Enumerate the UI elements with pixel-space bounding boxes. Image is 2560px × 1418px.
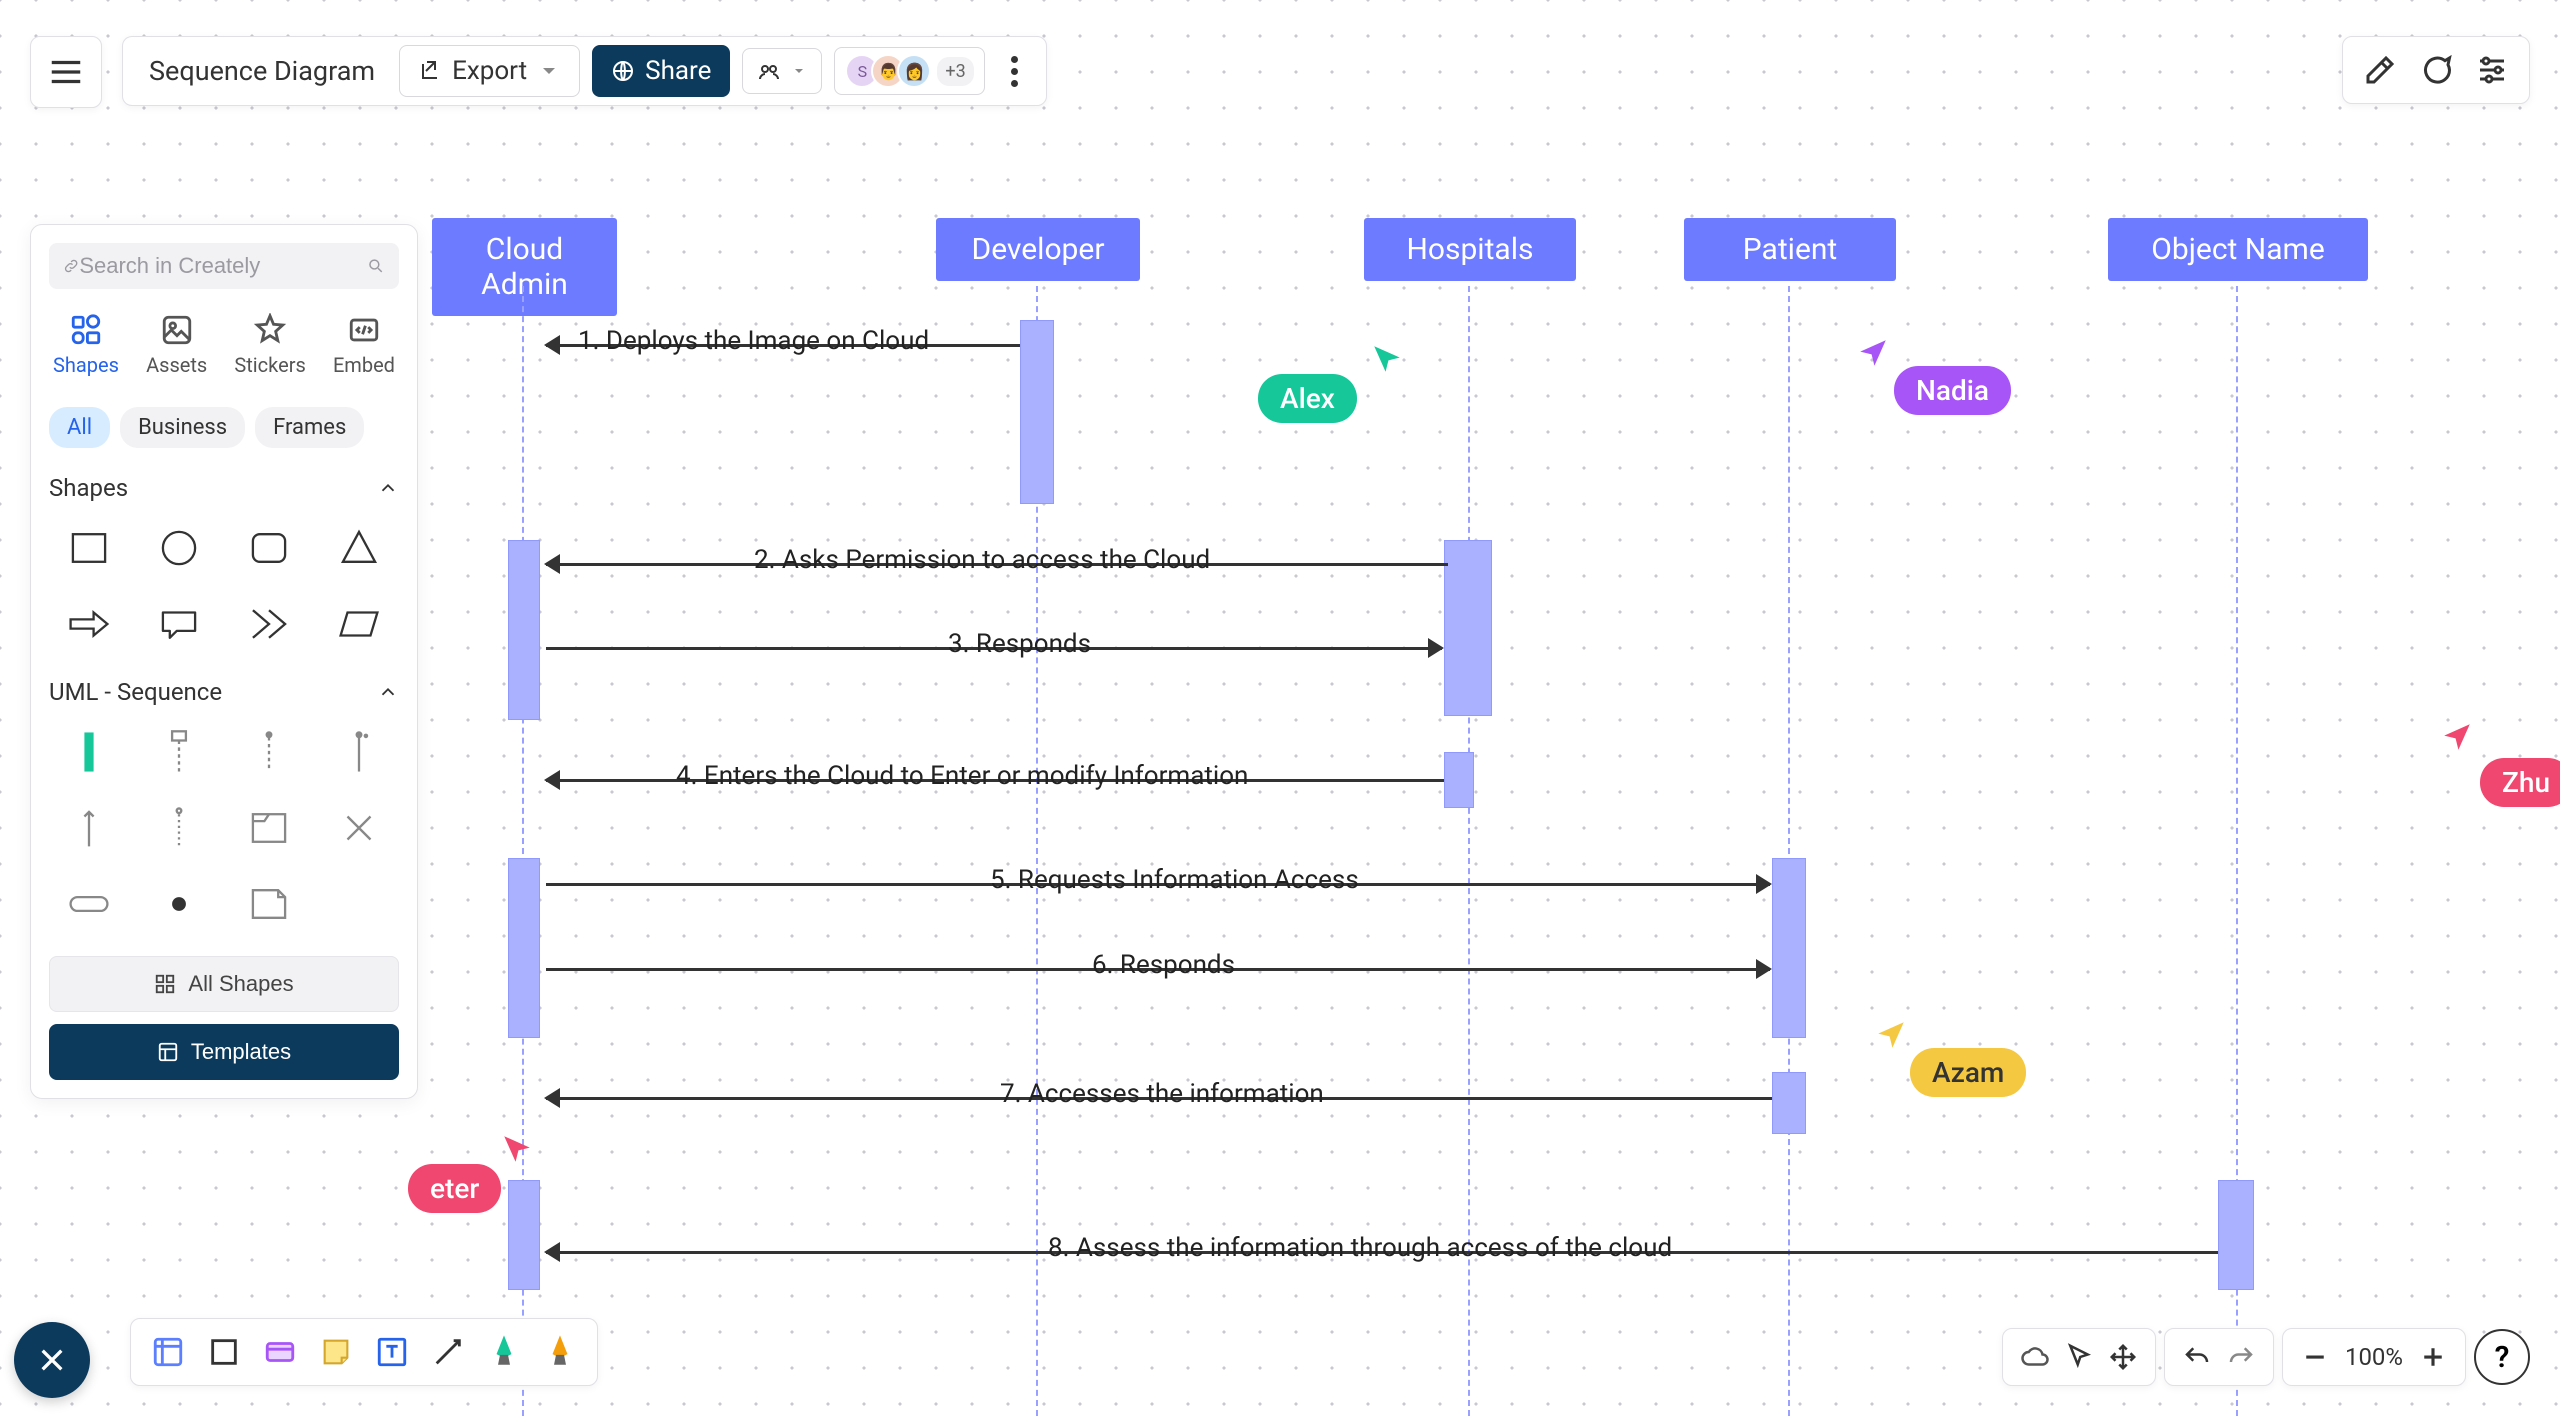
lifeline[interactable] xyxy=(1788,286,1790,1416)
message-label[interactable]: 5. Requests Information Access xyxy=(980,865,1369,895)
plus-icon xyxy=(2418,1342,2448,1372)
activation-bar[interactable] xyxy=(508,858,540,1038)
cursor-arrow-icon xyxy=(500,1132,534,1166)
lifeline-label: Cloud Admin xyxy=(481,232,568,302)
activation-bar[interactable] xyxy=(1444,540,1492,716)
zoom-in-button[interactable] xyxy=(2413,1337,2453,1377)
tool-rectangle[interactable] xyxy=(201,1329,247,1375)
lifeline-head[interactable]: Patient xyxy=(1684,218,1896,281)
message-label[interactable]: 6. Responds xyxy=(1082,950,1245,980)
minus-icon xyxy=(2300,1342,2330,1372)
close-icon xyxy=(36,1344,68,1376)
collaborator-cursor: Nadia xyxy=(1894,366,2011,415)
activation-bar[interactable] xyxy=(1444,752,1474,808)
tool-frame[interactable] xyxy=(145,1329,191,1375)
cursor-arrow-icon xyxy=(2440,720,2474,754)
cloud-icon xyxy=(2020,1342,2050,1372)
lifeline-label: Developer xyxy=(972,232,1105,267)
tool-highlighter[interactable] xyxy=(537,1329,583,1375)
collaborator-cursor: Zhu xyxy=(2480,758,2560,807)
cursor-name: Nadia xyxy=(1916,374,1989,407)
sync-button[interactable] xyxy=(2015,1337,2055,1377)
tool-card[interactable] xyxy=(257,1329,303,1375)
collaborator-cursor: Azam xyxy=(1910,1048,2026,1097)
activation-bar[interactable] xyxy=(1772,858,1806,1038)
cursor-name: Azam xyxy=(1932,1056,2004,1089)
undo-button[interactable] xyxy=(2177,1337,2217,1377)
message-label[interactable]: 2. Asks Permission to access the Cloud xyxy=(744,545,1220,575)
lifeline-label: Hospitals xyxy=(1406,232,1533,267)
cursor-arrow-icon xyxy=(1874,1018,1908,1052)
move-icon xyxy=(2108,1342,2138,1372)
lifeline-head[interactable]: Hospitals xyxy=(1364,218,1576,281)
lifeline-label: Patient xyxy=(1743,232,1837,267)
cursor-arrow-icon xyxy=(1856,336,1890,370)
cursor-arrow-icon xyxy=(1370,342,1404,376)
message-label[interactable]: 4. Enters the Cloud to Enter or modify I… xyxy=(666,761,1258,791)
cursor-name: Alex xyxy=(1280,382,1335,415)
zoom-out-button[interactable] xyxy=(2295,1337,2335,1377)
lifeline-head[interactable]: Developer xyxy=(936,218,1140,281)
zoom-controls: 100% ? xyxy=(2002,1328,2530,1386)
pan-button[interactable] xyxy=(2103,1337,2143,1377)
zoom-level[interactable]: 100% xyxy=(2339,1343,2409,1371)
lifeline-head[interactable]: Cloud Admin xyxy=(432,218,617,316)
diagram-canvas[interactable]: Cloud Admin Developer Hospitals Patient … xyxy=(0,0,2560,1418)
message-label[interactable]: 1. Deploys the Image on Cloud xyxy=(568,326,939,356)
lifeline-head[interactable]: Object Name xyxy=(2108,218,2368,281)
redo-button[interactable] xyxy=(2221,1337,2261,1377)
message-label[interactable]: 7. Accesses the information xyxy=(990,1079,1334,1109)
message-label[interactable]: 8. Assess the information through access… xyxy=(1038,1233,1682,1263)
pointer-button[interactable] xyxy=(2059,1337,2099,1377)
help-button[interactable]: ? xyxy=(2474,1329,2530,1385)
undo-icon xyxy=(2182,1342,2212,1372)
activation-bar[interactable] xyxy=(1020,320,1054,504)
cursor-name: eter xyxy=(430,1172,479,1205)
tool-text[interactable] xyxy=(369,1329,415,1375)
bottom-toolbar xyxy=(130,1318,598,1386)
tool-sticky[interactable] xyxy=(313,1329,359,1375)
activation-bar[interactable] xyxy=(2218,1180,2254,1290)
redo-icon xyxy=(2226,1342,2256,1372)
activation-bar[interactable] xyxy=(508,540,540,720)
cursor-name: Zhu xyxy=(2502,766,2550,799)
collaborator-cursor: Alex xyxy=(1258,374,1357,423)
message-label[interactable]: 3. Responds xyxy=(938,629,1101,659)
tool-connector[interactable] xyxy=(425,1329,471,1375)
activation-bar[interactable] xyxy=(508,1180,540,1290)
pointer-icon xyxy=(2064,1342,2094,1372)
tool-pen[interactable] xyxy=(481,1329,527,1375)
activation-bar[interactable] xyxy=(1772,1072,1806,1134)
lifeline-label: Object Name xyxy=(2151,232,2324,267)
close-panel-button[interactable] xyxy=(14,1322,90,1398)
collaborator-cursor: eter xyxy=(408,1164,501,1213)
